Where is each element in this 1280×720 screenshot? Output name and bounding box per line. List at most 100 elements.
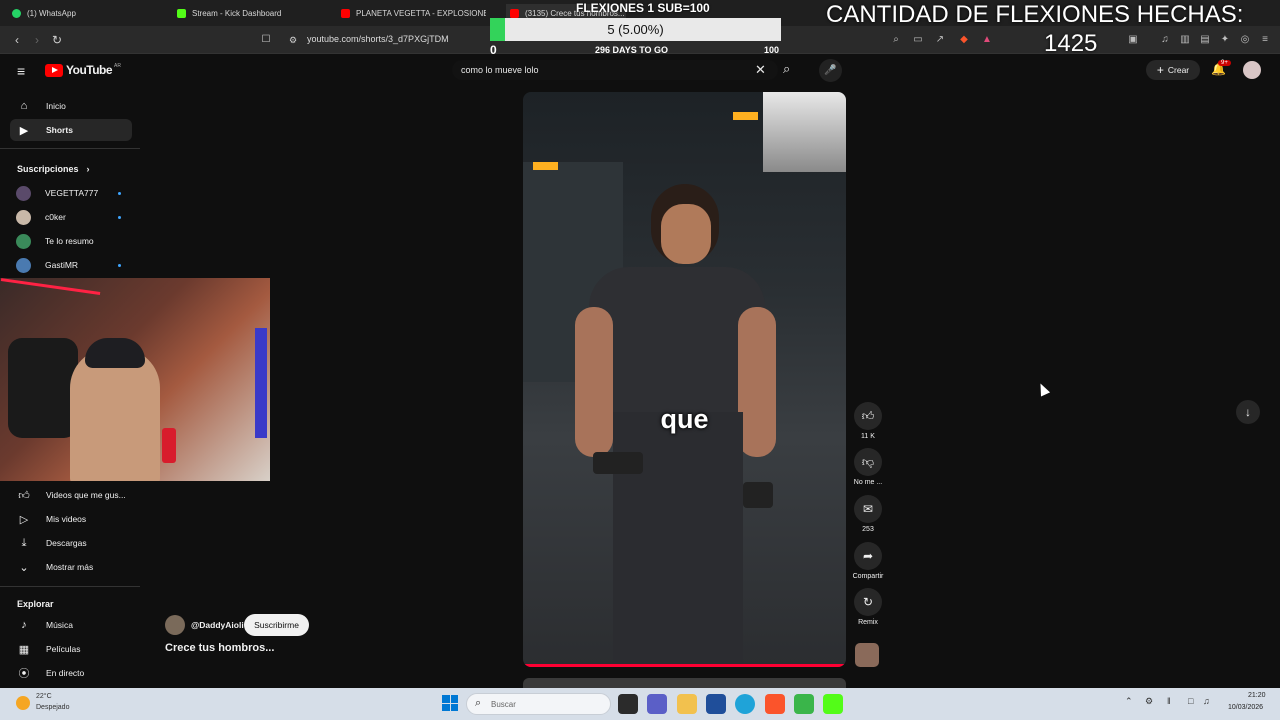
dislike-label: No me ... [853,479,883,486]
audio-thumbnail[interactable] [855,643,879,667]
goal-progress-bar: 5 (5.00%) [490,18,781,41]
sidebar-item-show-more[interactable]: ⌄ Mostrar más [10,556,132,578]
create-button[interactable]: + Crear [1146,60,1200,80]
file-explorer-icon[interactable] [677,694,697,714]
film-icon: ▦ [18,643,30,656]
xbox-app-icon[interactable] [794,694,814,714]
clock-time[interactable]: 21:20 [1248,692,1266,699]
tray-chevron-icon[interactable]: ⌃ [1125,696,1133,707]
taskbar-search[interactable]: ⌕ Buscar [466,693,611,715]
plus-icon: + [1156,63,1164,77]
task-view-icon[interactable] [618,694,638,714]
subscribe-button[interactable]: Suscribirme [244,614,309,636]
video-caption: que [660,404,709,434]
reader-icon[interactable]: ▥ [1178,33,1192,47]
subscription-item[interactable]: VEGETTA777 [16,184,98,202]
subscription-item[interactable]: Te lo resumo [16,232,94,250]
bookmark-icon[interactable]: ☐ [258,32,274,48]
subscription-item[interactable]: GastiMR [16,256,78,274]
tab-kick[interactable]: Stream - Kick Dashboard [177,4,327,22]
channel-avatar [16,209,31,225]
progress-track[interactable] [523,664,846,667]
microphone-icon[interactable]: 🎤 [819,59,842,82]
edge-icon[interactable] [735,694,755,714]
sidebar-divider [0,148,140,149]
store-icon[interactable] [706,694,726,714]
forward-icon[interactable]: › [29,32,45,48]
remix-button[interactable]: ↻ Remix [851,588,885,626]
hamburger-menu-icon[interactable]: ≡ [17,63,25,79]
brave-rewards-icon[interactable]: ▲ [980,33,994,47]
sidebar-item-downloads[interactable]: ⤓ Descargas [10,532,132,554]
subscriptions-header[interactable]: Suscripciones › [17,164,90,174]
thumbs-down-icon: 👎︎ [854,448,882,476]
url-field[interactable]: youtube.com/shorts/3_d7PXGjTDM [307,34,449,44]
tab-planeta-vegetta[interactable]: PLANETA VEGETTA - EXPLOSIONES I [341,4,486,22]
sidebar-toggle-icon[interactable]: ▣ [1126,33,1140,47]
back-icon[interactable]: ‹ [9,32,25,48]
zoom-icon[interactable]: ⌕ [889,33,903,47]
weather-icon[interactable] [16,696,30,710]
brave-shield-icon[interactable]: ◆ [957,33,971,47]
clock-date[interactable]: 10/03/2026 [1228,704,1263,711]
tab-label: Stream - Kick Dashboard [192,8,282,18]
site-info-icon[interactable]: ⚙ [285,32,301,48]
short-video-player[interactable]: que [523,92,846,667]
channel-avatar [16,233,31,249]
comment-icon: ✉ [854,495,882,523]
tab-whatsapp[interactable]: (1) WhatsApp [12,4,162,22]
new-content-dot [118,264,121,267]
music-icon[interactable]: ♫ [1158,33,1172,47]
clear-search-icon[interactable]: ✕ [755,62,766,78]
comments-button[interactable]: ✉ 253 [851,495,885,533]
sidebar-item-movies[interactable]: ▦ Películas [10,638,132,660]
reload-icon[interactable]: ↻ [49,32,65,48]
sidebar-item-liked-videos[interactable]: 👍︎ Videos que me gus... [10,484,132,506]
like-button[interactable]: 👍︎ 11 K [851,402,885,440]
channel-avatar[interactable] [165,615,185,635]
sidebar-item-my-videos[interactable]: ▷ Mis videos [10,508,132,530]
sidebar-item-shorts[interactable]: ▶ Shorts [10,119,132,141]
windows-start-icon[interactable] [442,695,458,711]
channel-name: VEGETTA777 [45,188,99,198]
share-button[interactable]: ➦ Compartir [851,542,885,580]
shorts-icon: ▶ [19,124,29,137]
wallet-icon[interactable]: ▤ [1198,33,1212,47]
brave-icon[interactable] [765,694,785,714]
search-input[interactable]: como lo mueve lolo [461,65,539,75]
account-avatar[interactable] [1243,61,1261,79]
subscription-item[interactable]: c0ker [16,208,66,226]
microphone-tray-icon[interactable]: ‖ [1167,696,1171,706]
share-icon[interactable]: ↗ [933,33,947,47]
sidebar-divider [0,586,140,587]
goal-value: 5 (5.00%) [607,22,664,37]
cast-icon[interactable]: ▭ [911,33,925,47]
teams-icon[interactable] [647,694,667,714]
extensions-icon[interactable]: ✦ [1218,33,1232,47]
menu-icon[interactable]: ≡ [1258,33,1272,47]
youtube-logo[interactable]: YouTube AR [45,63,121,77]
search-icon[interactable]: ⌕ [783,61,790,77]
short-title[interactable]: Crece tus hombros... [165,642,274,654]
next-short-arrow-icon[interactable]: ↓ [1236,400,1260,424]
sidebar-item-label: Música [46,620,73,630]
mouse-cursor-icon [1035,381,1051,397]
new-content-dot [118,216,121,219]
vpn-icon[interactable]: ◎ [1238,33,1252,47]
channel-handle[interactable]: @DaddyAioli [191,620,244,630]
sidebar-item-label: Shorts [46,125,73,135]
sidebar-item-home[interactable]: ⌂ Inicio [10,95,132,117]
tray-app-icon[interactable]: ⚙ [1145,696,1153,707]
sidebar-item-live[interactable]: ⦿ En directo [10,662,132,684]
live-broadcast-icon: ⦿ [18,668,30,680]
network-icon[interactable]: □ [1188,696,1193,706]
kick-app-icon[interactable] [823,694,843,714]
volume-icon[interactable]: ♫ [1203,696,1210,706]
youtube-icon [341,8,350,18]
sidebar-item-music[interactable]: ♪ Música [10,614,132,636]
dislike-button[interactable]: 👎︎ No me ... [851,448,885,486]
next-short-preview[interactable] [523,678,846,688]
dumbbell [743,482,773,508]
channel-name: Te lo resumo [45,236,94,246]
sidebar-item-label: En directo [46,668,85,678]
